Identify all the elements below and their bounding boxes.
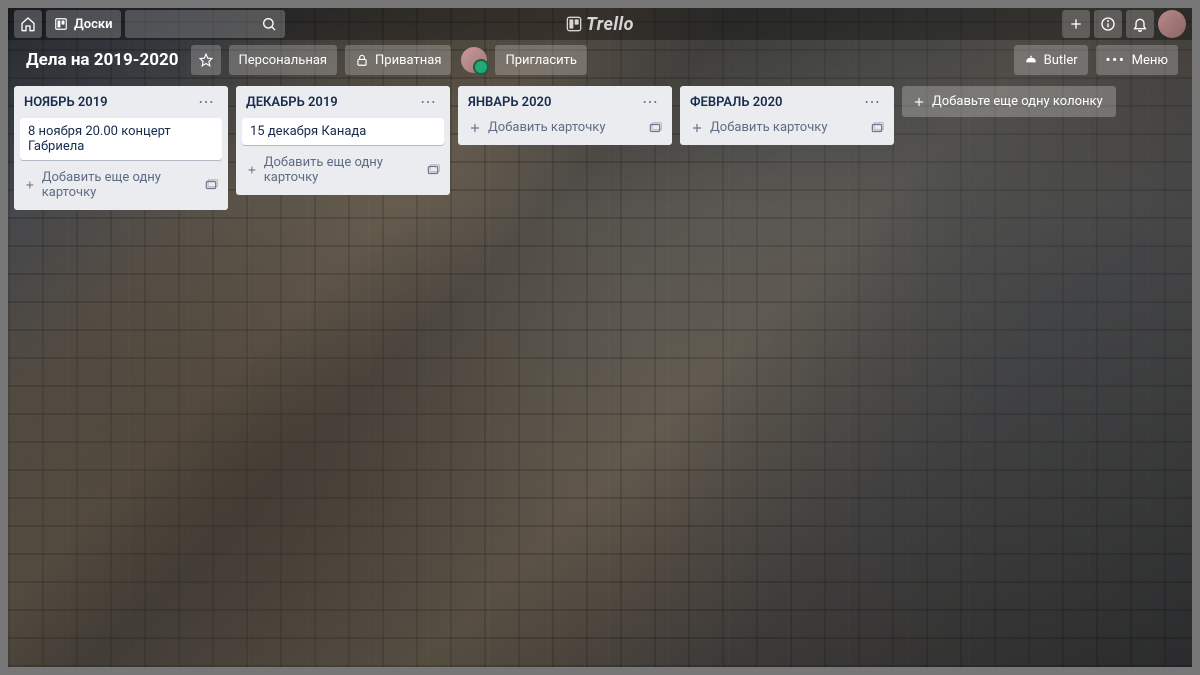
list-menu-button[interactable]: ⋯ (638, 94, 662, 110)
member-avatar[interactable] (461, 47, 487, 73)
menu-button[interactable]: ••• Меню (1096, 45, 1178, 75)
butler-label: Butler (1044, 53, 1078, 68)
board-header: Дела на 2019-2020 Персональная Приватная… (8, 40, 1192, 80)
search-icon (261, 16, 277, 32)
list-title[interactable]: НОЯБРЬ 2019 (24, 95, 108, 110)
home-button[interactable] (14, 10, 42, 38)
menu-label: Меню (1132, 53, 1168, 68)
trello-icon (566, 16, 582, 32)
add-card-label: Добавить карточку (488, 120, 605, 135)
template-icon (204, 178, 218, 192)
plus-icon (468, 121, 482, 135)
notifications-button[interactable] (1126, 10, 1154, 38)
list-menu-button[interactable]: ⋯ (416, 94, 440, 110)
invite-button[interactable]: Пригласить (495, 45, 587, 75)
user-avatar[interactable] (1158, 10, 1186, 38)
add-card-label: Добавить еще одну карточку (42, 170, 190, 200)
list-header: ЯНВАРЬ 2020 ⋯ (464, 92, 666, 112)
plus-icon (912, 95, 926, 109)
add-card-button[interactable]: Добавить еще одну карточку (242, 151, 416, 189)
boards-button[interactable]: Доски (46, 10, 121, 38)
add-card-button[interactable]: Добавить карточку (686, 116, 860, 139)
list-title[interactable]: ЯНВАРЬ 2020 (468, 95, 551, 110)
add-list-label: Добавьте еще одну колонку (932, 94, 1103, 109)
list-menu-button[interactable]: ⋯ (860, 94, 884, 110)
global-header: Доски Trello (8, 8, 1192, 40)
ellipsis-icon: ⋯ (198, 92, 214, 111)
add-card-label: Добавить карточку (710, 120, 827, 135)
list-footer: Добавить еще одну карточку (242, 151, 444, 189)
star-button[interactable] (191, 45, 221, 75)
home-icon (20, 16, 36, 32)
board-canvas[interactable]: НОЯБРЬ 2019 ⋯ 8 ноября 20.00 концерт Габ… (8, 80, 1192, 216)
plus-icon (690, 121, 704, 135)
ellipsis-icon: ⋯ (864, 92, 880, 111)
butler-button[interactable]: Butler (1014, 45, 1088, 75)
invite-label: Пригласить (505, 53, 577, 68)
brand-text: Trello (586, 14, 634, 35)
add-list-button[interactable]: Добавьте еще одну колонку (902, 86, 1116, 117)
brand-logo[interactable]: Trello (566, 8, 634, 40)
card-template-button[interactable] (200, 176, 222, 194)
boards-icon (54, 17, 68, 31)
info-icon (1100, 16, 1116, 32)
list-menu-button[interactable]: ⋯ (194, 94, 218, 110)
team-button[interactable]: Персональная (229, 45, 338, 75)
card[interactable]: 15 декабря Канада (242, 118, 444, 145)
star-icon (199, 53, 213, 67)
list: ЯНВАРЬ 2020 ⋯ Добавить карточку (458, 86, 672, 145)
ellipsis-icon: ••• (1106, 53, 1126, 68)
privacy-button[interactable]: Приватная (345, 45, 451, 75)
list-footer: Добавить карточку (464, 116, 666, 139)
add-card-button[interactable]: Добавить еще одну карточку (20, 166, 194, 204)
plus-icon (246, 163, 258, 177)
board-title[interactable]: Дела на 2019-2020 (18, 50, 187, 70)
template-icon (870, 121, 884, 135)
info-button[interactable] (1094, 10, 1122, 38)
list-footer: Добавить карточку (686, 116, 888, 139)
ellipsis-icon: ⋯ (642, 92, 658, 111)
list-footer: Добавить еще одну карточку (20, 166, 222, 204)
plus-icon (1068, 16, 1084, 32)
search-input[interactable] (125, 10, 285, 38)
bell-icon (1132, 16, 1148, 32)
add-card-label: Добавить еще одну карточку (264, 155, 412, 185)
list-header: НОЯБРЬ 2019 ⋯ (20, 92, 222, 112)
list-header: ДЕКАБРЬ 2019 ⋯ (242, 92, 444, 112)
list: НОЯБРЬ 2019 ⋯ 8 ноября 20.00 концерт Габ… (14, 86, 228, 210)
list-header: ФЕВРАЛЬ 2020 ⋯ (686, 92, 888, 112)
add-card-button[interactable]: Добавить карточку (464, 116, 638, 139)
card-template-button[interactable] (644, 119, 666, 137)
list-title[interactable]: ДЕКАБРЬ 2019 (246, 95, 338, 110)
butler-icon (1024, 53, 1038, 67)
ellipsis-icon: ⋯ (420, 92, 436, 111)
lock-icon (355, 53, 369, 67)
list: ФЕВРАЛЬ 2020 ⋯ Добавить карточку (680, 86, 894, 145)
list-title[interactable]: ФЕВРАЛЬ 2020 (690, 95, 782, 110)
privacy-label: Приватная (375, 53, 441, 68)
card-template-button[interactable] (866, 119, 888, 137)
team-label: Персональная (239, 53, 328, 68)
create-button[interactable] (1062, 10, 1090, 38)
list: ДЕКАБРЬ 2019 ⋯ 15 декабря Канада Добавит… (236, 86, 450, 195)
template-icon (648, 121, 662, 135)
plus-icon (24, 178, 36, 192)
template-icon (426, 163, 440, 177)
card-template-button[interactable] (422, 161, 444, 179)
boards-label: Доски (74, 17, 113, 32)
card[interactable]: 8 ноября 20.00 концерт Габриела (20, 118, 222, 160)
